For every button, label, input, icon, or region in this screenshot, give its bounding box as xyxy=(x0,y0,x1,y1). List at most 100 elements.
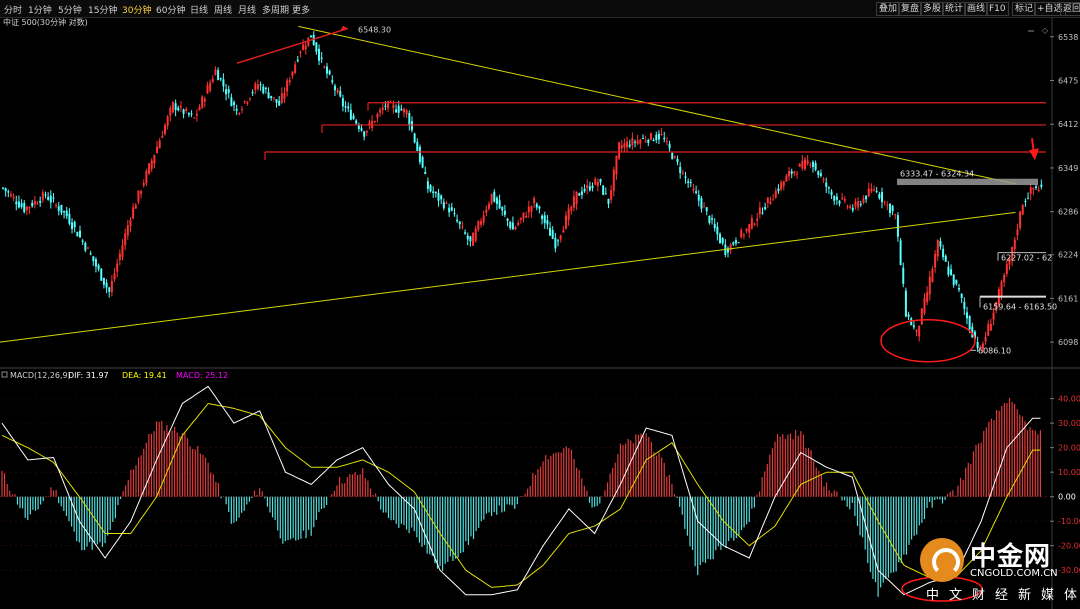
candle-body xyxy=(1013,239,1016,249)
candle-body xyxy=(583,188,586,192)
candle-body xyxy=(684,176,687,178)
candle-body xyxy=(472,232,475,246)
toolbar-button[interactable]: 标记 xyxy=(1012,2,1037,16)
toolbar-button[interactable]: F10 xyxy=(986,2,1009,16)
candle-body xyxy=(379,109,382,113)
candle-body xyxy=(806,160,809,164)
candle-body xyxy=(657,133,660,140)
candle-body xyxy=(719,233,722,244)
candle-body xyxy=(156,146,159,153)
candle-body xyxy=(52,197,55,199)
candle-body xyxy=(33,200,36,205)
candle-body xyxy=(647,139,650,143)
candle-body xyxy=(809,164,812,166)
candle-body xyxy=(487,203,490,209)
candle-body xyxy=(448,207,451,213)
toolbar-button[interactable]: 统计 xyxy=(942,2,967,16)
candle-body xyxy=(721,237,724,244)
candle-body xyxy=(748,224,751,233)
candle-body xyxy=(506,218,509,221)
candle-body xyxy=(912,325,915,328)
candle-body xyxy=(195,113,198,116)
candle-body xyxy=(55,204,58,207)
candle-body xyxy=(692,188,695,191)
candle-body xyxy=(814,163,817,170)
candle-body xyxy=(697,194,700,201)
candle-body xyxy=(166,116,169,126)
timeframe-tab[interactable]: 分时 xyxy=(4,3,22,16)
candle-body xyxy=(987,324,990,336)
candle-body xyxy=(490,193,493,204)
candle-body xyxy=(822,179,825,181)
candle-body xyxy=(796,173,799,175)
candle-body xyxy=(336,90,339,93)
candle-body xyxy=(97,265,100,270)
timeframe-tab[interactable]: 多周期 xyxy=(262,3,289,16)
candle-body xyxy=(267,92,270,99)
candle-body xyxy=(352,115,355,119)
timeframe-tab[interactable]: 60分钟 xyxy=(156,3,185,16)
candle-body xyxy=(310,35,313,38)
candle-body xyxy=(84,242,87,251)
candle-body xyxy=(734,240,737,244)
candle-body xyxy=(602,185,605,195)
candle-body xyxy=(567,208,570,221)
timeframe-tab[interactable]: 1分钟 xyxy=(28,3,52,16)
candle-body xyxy=(1000,281,1003,298)
candle-body xyxy=(867,188,870,197)
candle-body xyxy=(1003,274,1006,283)
timeframe-tab[interactable]: 30分钟 xyxy=(122,3,151,16)
candle-body xyxy=(660,134,663,136)
candle-body xyxy=(28,206,31,209)
toolbar-button[interactable]: 复盘 xyxy=(898,2,923,16)
candle-body xyxy=(960,293,963,299)
candle-body xyxy=(318,48,321,61)
candle-body xyxy=(235,109,238,111)
candle-body xyxy=(1027,198,1030,200)
candle-body xyxy=(179,105,182,108)
timeframe-tab[interactable]: 周线 xyxy=(214,3,232,16)
toolbar-button[interactable]: 画线 xyxy=(964,2,989,16)
timeframe-tab[interactable]: 5分钟 xyxy=(58,3,82,16)
toolbar-button[interactable]: 返回 xyxy=(1060,2,1080,16)
candle-body xyxy=(931,268,934,283)
candle-body xyxy=(788,170,791,177)
candle-body xyxy=(873,189,876,191)
candle-body xyxy=(49,195,52,203)
candle-body xyxy=(262,86,265,94)
gray-zone-bar xyxy=(897,178,1038,186)
candle-body xyxy=(950,269,953,275)
toolbar-button[interactable]: 多股 xyxy=(920,2,945,16)
timeframe-tab[interactable]: 15分钟 xyxy=(88,3,117,16)
candle-body xyxy=(185,108,188,111)
timeframe-tab[interactable]: 月线 xyxy=(238,3,256,16)
candle-body xyxy=(243,101,246,103)
candle-body xyxy=(469,236,472,242)
candle-body xyxy=(440,195,443,200)
candle-body xyxy=(424,171,427,174)
candle-body xyxy=(272,97,275,99)
candle-body xyxy=(1024,200,1027,202)
candle-body xyxy=(918,325,921,337)
candle-body xyxy=(854,201,857,206)
candle-body xyxy=(942,248,945,258)
watermark: 中金网 CNGOLD.COM.CN 中文财经新媒体 xyxy=(918,536,1080,609)
timeframe-tab[interactable]: 日线 xyxy=(190,3,208,16)
candle-body xyxy=(663,137,666,140)
candle-body xyxy=(150,160,153,169)
candle-body xyxy=(679,166,682,173)
candle-body xyxy=(857,201,860,208)
candle-body xyxy=(835,196,838,200)
candle-body xyxy=(328,70,331,75)
dif-line xyxy=(1,385,1041,596)
candle-body xyxy=(283,92,286,99)
candle-body xyxy=(612,169,615,191)
candle-body xyxy=(509,222,512,229)
candle-body xyxy=(153,155,156,164)
candle-body xyxy=(649,133,652,140)
candle-body xyxy=(992,312,995,320)
timeframe-tab[interactable]: 更多 xyxy=(292,3,310,16)
candle-body xyxy=(437,192,440,201)
candle-body xyxy=(349,109,352,120)
toolbar-button[interactable]: 叠加 xyxy=(876,2,901,16)
